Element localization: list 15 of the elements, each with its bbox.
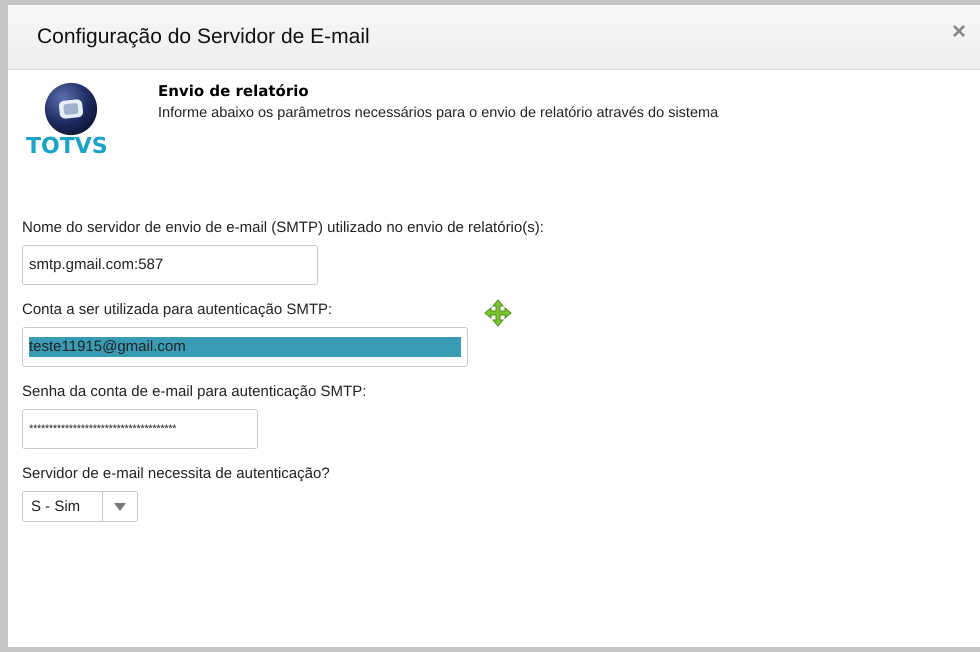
password-field[interactable]: ************************************* [22, 409, 258, 449]
input-field[interactable]: smtp.gmail.com:587 [22, 245, 318, 285]
section-description: Informe abaixo os parâmetros necessários para o envio de relatório através do sistema [158, 105, 718, 121]
dropdown-select[interactable]: S - Sim [22, 491, 138, 522]
dialog-title: Configuração do Servidor de E-mail [37, 25, 370, 49]
caret-icon [114, 502, 126, 510]
field-label: Servidor de e-mail necessita de autenticação? [22, 465, 330, 482]
logo-wordmark: TOTVS [26, 134, 108, 159]
section-heading: Envio de relatório [158, 82, 310, 100]
field-label: Nome do servidor de envio de e-mail (SMTP) utilizado no envio de relatório(s): [22, 219, 544, 236]
globe-logo-icon [44, 82, 98, 136]
move-cursor-icon [484, 299, 512, 327]
input-field[interactable]: teste11915@gmail.com [22, 327, 468, 367]
field-label: Senha da conta de e-mail para autenticação SMTP: [22, 383, 366, 400]
field-label: Conta a ser utilizada para autenticação SMTP: [22, 301, 332, 318]
